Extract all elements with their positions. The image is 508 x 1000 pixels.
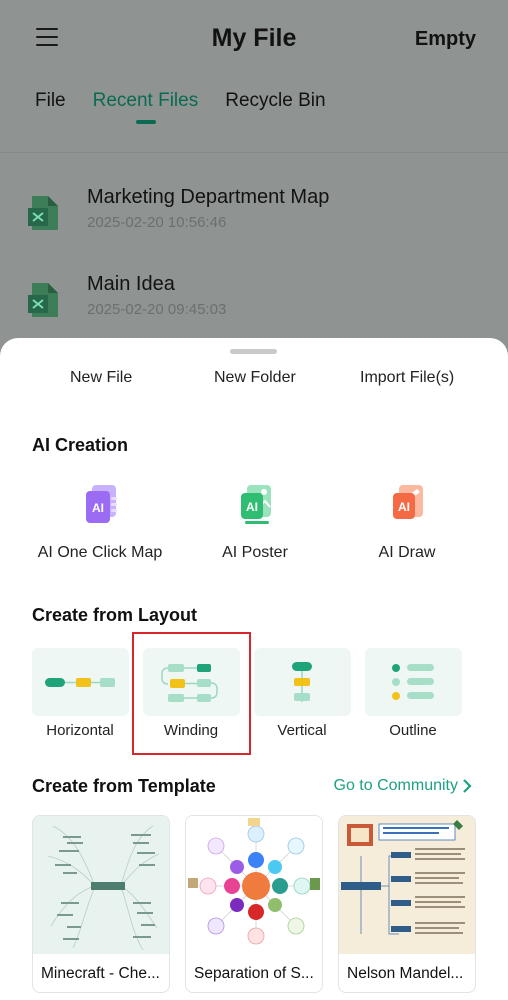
tab-label: Recent Files — [92, 90, 199, 111]
file-timestamp: 2025-02-20 10:56:46 — [87, 214, 227, 231]
template-thumbnail — [33, 816, 169, 954]
horizontal-layout-icon — [45, 678, 115, 687]
mindmap-file-icon — [28, 283, 58, 317]
outline-layout-icon — [392, 664, 434, 700]
ai-item-label: AI Draw — [378, 544, 436, 561]
quick-actions: New File New Folder Import File(s) — [0, 369, 508, 393]
template-card-nelson-mandela[interactable]: Nelson Mandel... — [338, 815, 476, 993]
selection-highlight — [132, 632, 251, 755]
layout-label-vertical: Vertical — [277, 722, 327, 739]
vertical-layout-icon — [292, 662, 312, 702]
template-thumbnail — [339, 816, 475, 954]
tab-label: Recycle Bin — [225, 90, 326, 111]
ai-badge: AI — [398, 500, 410, 514]
empty-button[interactable]: Empty — [415, 28, 476, 51]
layout-horizontal-card[interactable] — [32, 648, 129, 716]
divider — [0, 152, 508, 153]
tab-file[interactable]: File — [35, 90, 66, 130]
file-name: Marketing Department Map — [87, 186, 330, 208]
template-section-title: Create from Template — [32, 776, 216, 796]
ai-one-click-map-icon: AI — [86, 485, 117, 523]
tab-recent-files[interactable]: Recent Files — [92, 90, 199, 130]
active-tab-indicator — [135, 120, 156, 124]
top-bar: My File Empty — [0, 0, 508, 78]
go-to-community-link[interactable]: Go to Community — [334, 777, 472, 795]
template-card-separation[interactable]: Separation of S... — [185, 815, 323, 993]
template-card-minecraft[interactable]: Minecraft - Che... — [32, 815, 170, 993]
ai-poster-icon: AI — [241, 485, 271, 524]
ai-item-label: AI Poster — [222, 544, 288, 561]
tab-recycle-bin[interactable]: Recycle Bin — [225, 90, 325, 130]
layout-section-title: Create from Layout — [32, 605, 198, 625]
layout-vertical-card[interactable] — [254, 648, 351, 716]
create-bottom-sheet: New File New Folder Import File(s) AI Cr… — [0, 338, 508, 1000]
template-name: Nelson Mandel... — [347, 965, 464, 982]
chevron-right-icon — [463, 779, 472, 793]
community-link-label: Go to Community — [333, 777, 458, 794]
file-name: Main Idea — [87, 273, 175, 295]
mindmap-file-icon — [28, 196, 58, 230]
ai-creation-title: AI Creation — [32, 435, 129, 455]
template-thumbnail — [186, 816, 322, 954]
layout-label-outline: Outline — [389, 722, 437, 739]
file-tabs: File Recent Files Recycle Bin — [35, 90, 353, 130]
file-list-item[interactable]: Marketing Department Map 2025-02-20 10:5… — [28, 186, 498, 250]
ai-draw-button[interactable]: AI AI Draw — [332, 483, 482, 562]
file-list-item[interactable]: Main Idea 2025-02-20 09:45:03 — [28, 273, 498, 337]
ai-one-click-map-button[interactable]: AI AI One Click Map — [25, 483, 175, 562]
import-files-button[interactable]: Import File(s) — [360, 369, 454, 387]
sheet-drag-handle[interactable] — [230, 349, 277, 354]
ai-poster-button[interactable]: AI AI Poster — [180, 483, 330, 562]
file-timestamp: 2025-02-20 09:45:03 — [87, 301, 227, 318]
template-name: Minecraft - Che... — [41, 965, 160, 982]
ai-item-label: AI One Click Map — [37, 544, 163, 561]
layout-outline-card[interactable] — [365, 648, 462, 716]
tab-label: File — [35, 90, 66, 111]
ai-badge: AI — [246, 500, 258, 514]
new-file-button[interactable]: New File — [70, 369, 132, 387]
ai-badge: AI — [92, 501, 104, 515]
template-name: Separation of S... — [194, 965, 314, 982]
ai-draw-icon: AI — [393, 485, 423, 519]
new-folder-button[interactable]: New Folder — [214, 369, 296, 387]
layout-label-horizontal: Horizontal — [46, 722, 114, 739]
